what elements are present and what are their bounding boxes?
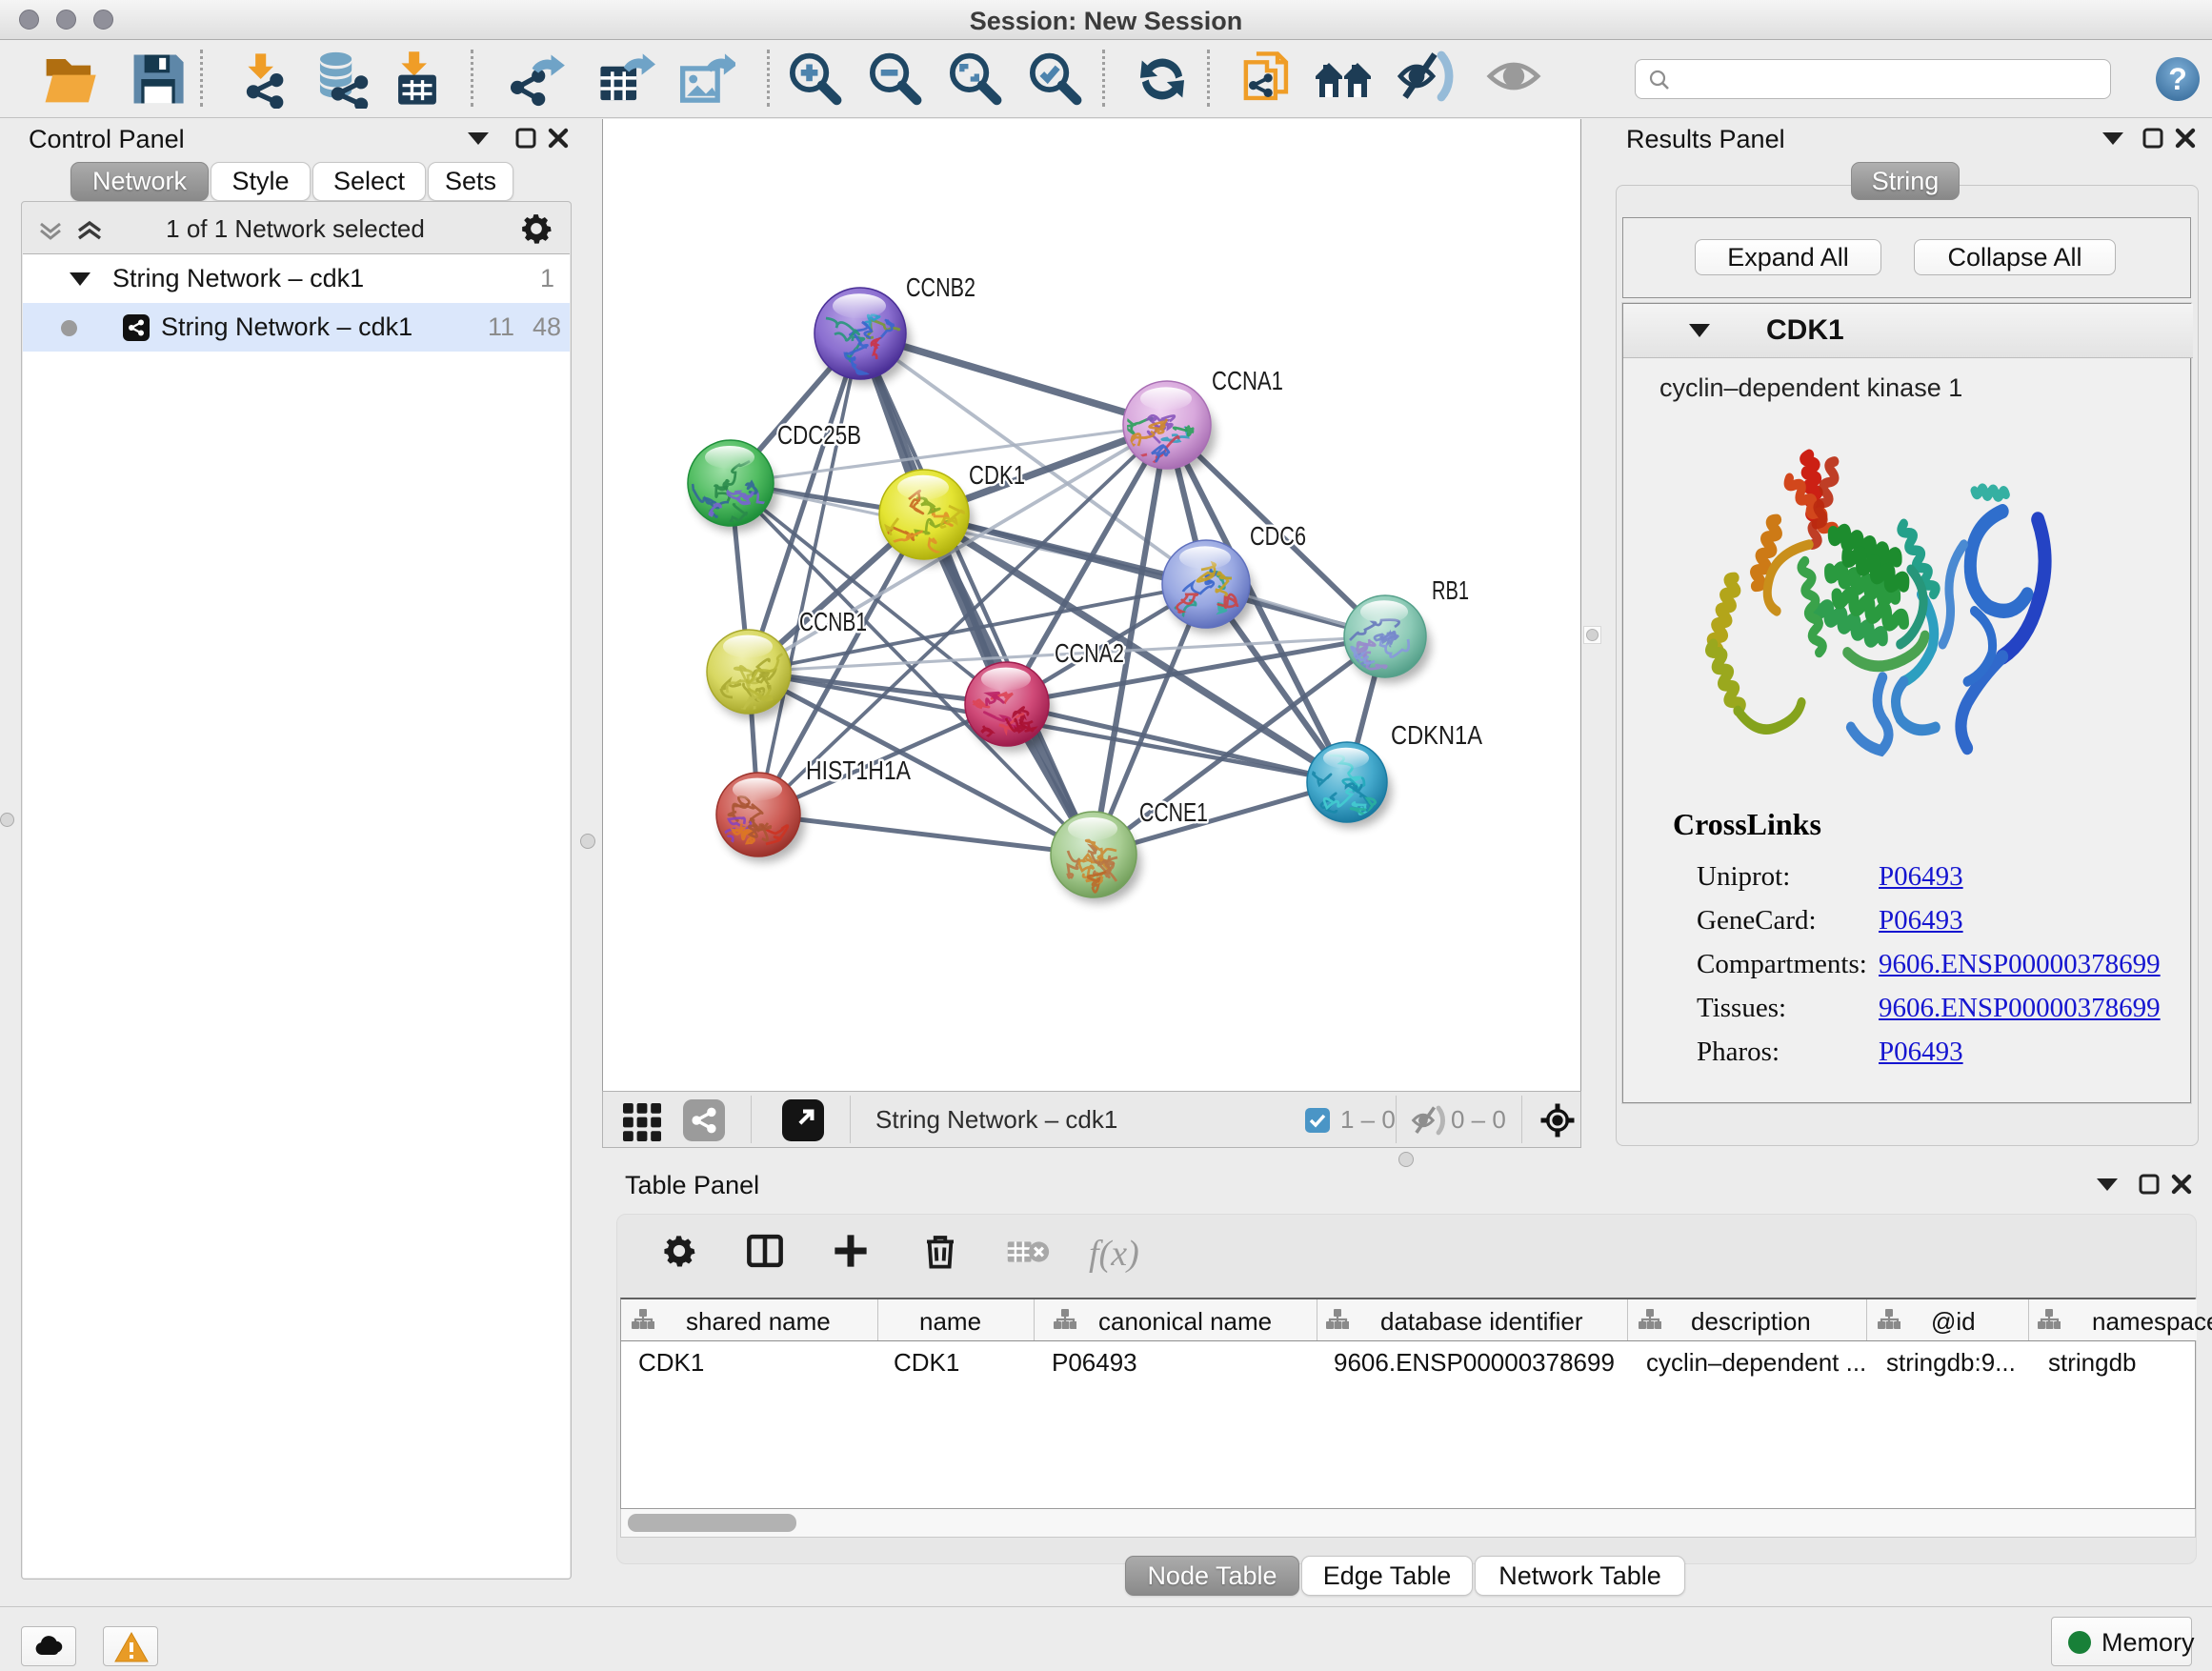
svg-text:CDC6: CDC6 xyxy=(1250,521,1306,551)
svg-text:HIST1H1A: HIST1H1A xyxy=(806,755,911,785)
svg-text:CCNA2: CCNA2 xyxy=(1055,638,1124,668)
svg-text:RB1: RB1 xyxy=(1432,575,1469,605)
svg-text:CDK1: CDK1 xyxy=(969,460,1025,490)
svg-text:CCNB1: CCNB1 xyxy=(799,607,867,636)
svg-text:CDC25B: CDC25B xyxy=(777,420,861,450)
svg-text:CDKN1A: CDKN1A xyxy=(1391,720,1482,750)
svg-text:CCNB2: CCNB2 xyxy=(906,272,975,302)
svg-text:CCNA1: CCNA1 xyxy=(1212,366,1283,395)
svg-text:CCNE1: CCNE1 xyxy=(1139,797,1208,827)
svg-text:?: ? xyxy=(2168,62,2187,96)
